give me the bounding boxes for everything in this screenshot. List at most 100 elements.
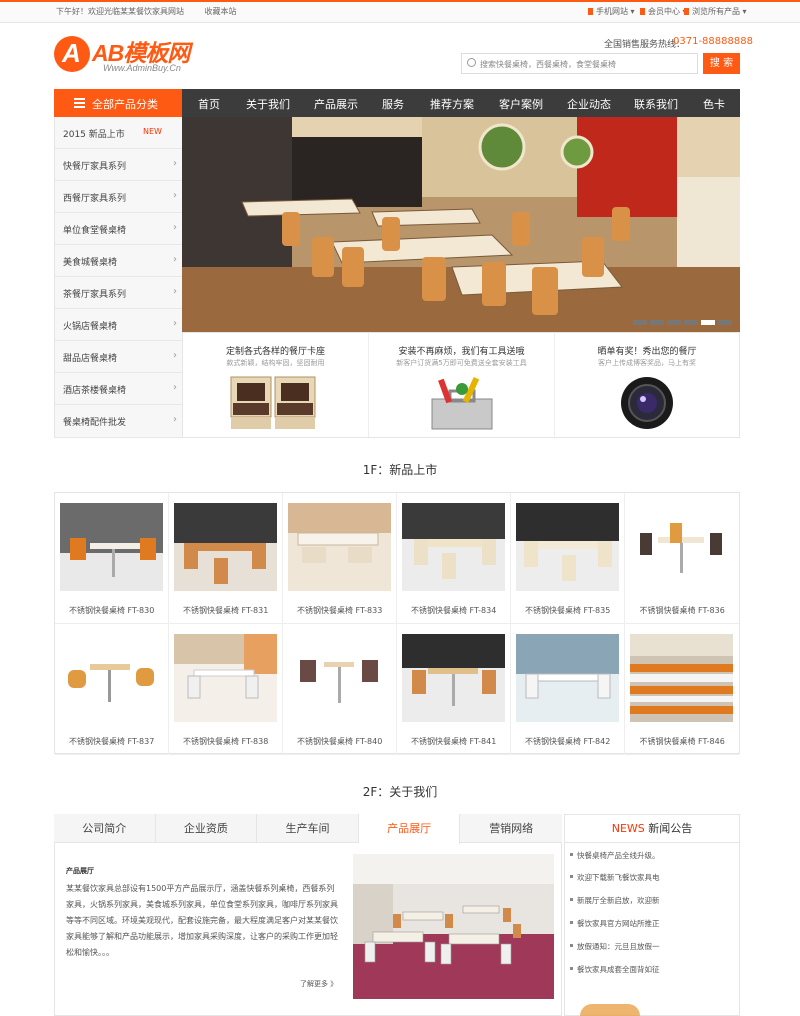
feature-share[interactable]: 晒单有奖！秀出您的餐厅 客户上传成博客奖品，马上有奖	[555, 333, 739, 437]
nav-item-about[interactable]: 关于我们	[246, 96, 290, 112]
banner-pagination	[630, 314, 732, 328]
product-image	[288, 634, 391, 722]
search-button[interactable]: 搜 索	[703, 53, 740, 74]
banner-dot[interactable]	[650, 320, 664, 325]
learn-more-link[interactable]: 了解更多 》	[300, 979, 337, 989]
news-item[interactable]: 餐饮家具官方网站所推正	[570, 918, 660, 929]
hotline-number: 0371-88888888	[673, 36, 753, 47]
product-card[interactable]: 不锈钢快餐桌椅 FT-838	[169, 624, 284, 755]
product-card[interactable]: 不锈钢快餐桌椅 FT-836	[625, 493, 740, 624]
top-bar: 下午好！欢迎光临某某餐饮家具网站 收藏本站 手机网站 ▾ 会员中心 ▾ 浏览所有…	[0, 0, 800, 23]
category-item[interactable]: 单位食堂餐桌椅 ›	[55, 213, 183, 246]
banner-dot-active[interactable]	[701, 320, 715, 325]
mobile-site-link[interactable]: 手机网站 ▾	[588, 6, 635, 17]
tab-qualifications[interactable]: 企业资质	[156, 814, 258, 843]
tab-showroom[interactable]: 产品展厅	[358, 814, 461, 844]
category-item[interactable]: 火锅店餐桌椅 ›	[55, 309, 183, 342]
new-badge: NEW	[143, 127, 162, 136]
news-item[interactable]: 餐饮家具成套全面背如征	[570, 964, 660, 975]
chevron-right-icon: ›	[173, 350, 177, 361]
product-card[interactable]: 不锈钢快餐桌椅 FT-831	[169, 493, 284, 624]
banner-dot[interactable]	[633, 320, 647, 325]
nav-item-service[interactable]: 服务	[382, 96, 404, 112]
product-label: 不锈钢快餐桌椅 FT-846	[639, 737, 725, 746]
product-card[interactable]: 不锈钢快餐桌椅 FT-835	[511, 493, 626, 624]
news-item[interactable]: 欢迎下载新飞餐饮家具电	[570, 872, 660, 883]
banner-dot[interactable]	[684, 320, 698, 325]
product-grid: 不锈钢快餐桌椅 FT-830 不锈钢快餐桌椅 FT-831 不锈钢快餐桌椅 FT…	[54, 492, 740, 755]
news-item[interactable]: 快餐桌椅产品全线升级。	[570, 850, 660, 861]
product-label: 不锈钢快餐桌椅 FT-838	[182, 737, 269, 746]
category-item[interactable]: 酒店茶楼餐桌椅 ›	[55, 373, 183, 406]
hero-banner[interactable]	[182, 117, 740, 332]
news-item[interactable]: 放假通知：元旦且放假一	[570, 941, 660, 952]
all-categories-header[interactable]: 全部产品分类	[54, 89, 182, 117]
nav-item-solutions[interactable]: 推荐方案	[430, 96, 474, 112]
product-image	[516, 634, 619, 722]
chevron-right-icon: ›	[173, 158, 177, 169]
about-body: 某某餐饮家具总部设有1500平方产品展示厅，涵盖快餐系列桌椅，西餐系列家具，火锅…	[66, 884, 338, 957]
search-icon	[467, 58, 476, 67]
search-input[interactable]: 搜索快餐桌椅，西餐桌椅，食堂餐桌椅	[461, 53, 698, 74]
chevron-right-icon: ›	[173, 414, 177, 425]
logo-url: Www.AdminBuy.Cn	[103, 63, 181, 73]
product-card[interactable]: 不锈钢快餐桌椅 FT-833	[283, 493, 398, 624]
nav-item-home[interactable]: 首页	[198, 96, 220, 112]
banner-dot[interactable]	[667, 320, 681, 325]
product-label: 不锈钢快餐桌椅 FT-842	[524, 737, 611, 746]
chevron-right-icon: ›	[173, 286, 177, 297]
news-heading: NEWS 新闻公告	[564, 814, 740, 843]
product-image	[174, 634, 277, 722]
product-card[interactable]: 不锈钢快餐桌椅 FT-837	[55, 624, 170, 755]
chevron-right-icon: ›	[173, 318, 177, 329]
product-card[interactable]: 不锈钢快餐桌椅 FT-846	[625, 624, 740, 755]
product-image	[60, 634, 163, 722]
product-image	[174, 503, 277, 591]
product-card[interactable]: 不锈钢快餐桌椅 FT-840	[283, 624, 398, 755]
chevron-right-icon: ›	[173, 254, 177, 265]
category-item[interactable]: 2015 新品上市 NEW	[55, 117, 183, 150]
product-card[interactable]: 不锈钢快餐桌椅 FT-842	[511, 624, 626, 755]
feature-tools[interactable]: 安装不再麻烦，我们有工具送哦 新客户订货满5万即可免费送全套安装工具	[369, 333, 555, 437]
nav-item-cases[interactable]: 客户案例	[499, 96, 543, 112]
news-item[interactable]: 新展厅全新启放，欢迎新	[570, 895, 660, 906]
logo-icon[interactable]: A	[54, 36, 90, 72]
product-card[interactable]: 不锈钢快餐桌椅 FT-834	[397, 493, 512, 624]
toolbox-icon	[431, 376, 493, 430]
product-label: 不锈钢快餐桌椅 FT-830	[68, 606, 155, 615]
phone-icon	[588, 8, 593, 15]
tab-sales-network[interactable]: 营销网络	[460, 814, 562, 843]
search-placeholder: 搜索快餐桌椅，西餐桌椅，食堂餐桌椅	[480, 60, 616, 69]
nav-item-colors[interactable]: 色卡	[703, 96, 725, 112]
category-item[interactable]: 甜品店餐桌椅 ›	[55, 341, 183, 374]
feature-booth[interactable]: 定制各式各样的餐厅卡座 款式新颖，结构牢固，坚固耐用	[183, 333, 369, 437]
category-item[interactable]: 餐桌椅配件批发 ›	[55, 405, 183, 438]
about-heading: 产品展厅	[66, 867, 94, 875]
product-label: 不锈钢快餐桌椅 FT-834	[410, 606, 497, 615]
list-icon	[684, 8, 689, 15]
product-card[interactable]: 不锈钢快餐桌椅 FT-830	[55, 493, 170, 624]
tab-company-profile[interactable]: 公司简介	[54, 814, 156, 843]
main-nav: 首页 关于我们 产品展示 服务 推荐方案 客户案例 企业动态 联系我们 色卡	[182, 89, 740, 117]
category-item[interactable]: 美食城餐桌椅 ›	[55, 245, 183, 278]
camera-lens-icon	[621, 377, 673, 429]
nav-item-products[interactable]: 产品展示	[314, 96, 358, 112]
tab-workshop[interactable]: 生产车间	[257, 814, 359, 843]
product-label: 不锈钢快餐桌椅 FT-841	[410, 737, 497, 746]
chevron-right-icon: ›	[173, 222, 177, 233]
product-label: 不锈钢快餐桌椅 FT-840	[296, 737, 383, 746]
nav-item-contact[interactable]: 联系我们	[634, 96, 678, 112]
banner-dot[interactable]	[718, 320, 732, 325]
member-center-link[interactable]: 会员中心 ▾	[640, 6, 687, 17]
product-image	[630, 503, 733, 591]
category-item[interactable]: 茶餐厅家具系列 ›	[55, 277, 183, 310]
section-title-about: 2F：关于我们	[362, 785, 438, 799]
favorite-link[interactable]: 收藏本站	[205, 7, 237, 16]
product-card[interactable]: 不锈钢快餐桌椅 FT-841	[397, 624, 512, 755]
product-image	[630, 634, 733, 722]
nav-item-news[interactable]: 企业动态	[567, 96, 611, 112]
browse-products-link[interactable]: 浏览所有产品 ▾	[684, 6, 747, 17]
category-item[interactable]: 西餐厅家具系列 ›	[55, 181, 183, 214]
about-tabs: 公司简介 企业资质 生产车间 产品展厅 营销网络	[54, 814, 562, 844]
category-item[interactable]: 快餐厅家具系列 ›	[55, 149, 183, 182]
